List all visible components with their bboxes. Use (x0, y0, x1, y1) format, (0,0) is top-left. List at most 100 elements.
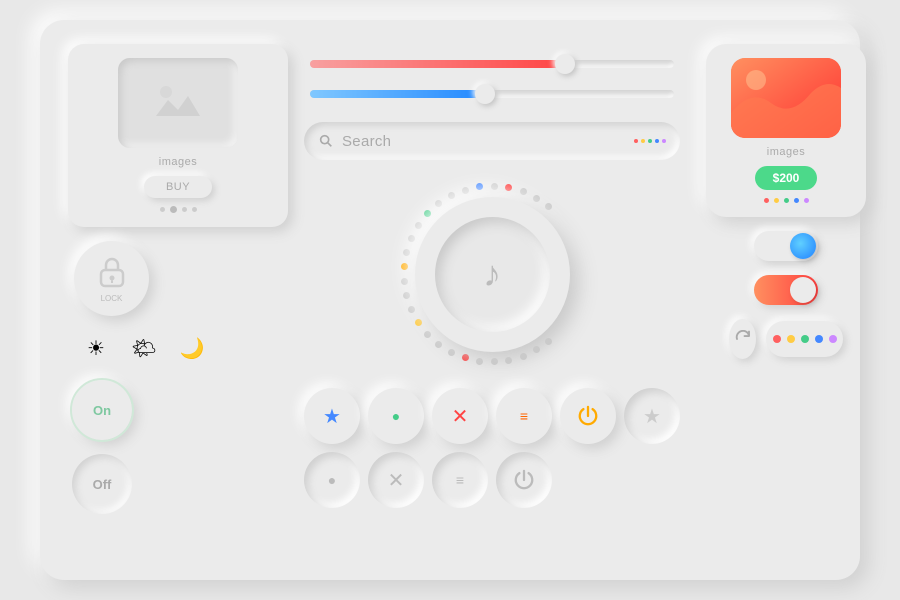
image-card-label: images (159, 156, 197, 168)
knob-inner: ♪ (435, 217, 550, 332)
lock-label: LOCK (101, 294, 123, 303)
dot-button-inactive[interactable]: ● (304, 452, 360, 508)
knob-dot-16 (408, 235, 415, 242)
search-dots (634, 139, 666, 143)
ind-dot-1 (773, 335, 781, 343)
app-dot-5 (804, 198, 809, 203)
eq-icon-inactive: ≡ (456, 472, 464, 488)
x-icon-active: ✕ (452, 404, 469, 429)
power-button-active[interactable] (560, 388, 616, 444)
price-button[interactable]: $200 (755, 166, 818, 190)
knob-dot-1 (533, 346, 540, 353)
card-dot-2 (170, 206, 177, 213)
knob-dot-18 (424, 210, 431, 217)
music-note-icon: ♪ (483, 253, 501, 295)
card-dot-3 (182, 207, 187, 212)
knob-dot-2 (520, 353, 527, 360)
x-button-inactive[interactable]: ✕ (368, 452, 424, 508)
power-icon-inactive (513, 469, 535, 491)
reload-button[interactable] (729, 319, 756, 359)
power-button-inactive[interactable] (496, 452, 552, 508)
search-placeholder: Search (342, 133, 626, 150)
toggle-blue-thumb (790, 233, 816, 259)
lock-icon (96, 254, 128, 290)
slider-blue-thumb[interactable] (475, 84, 495, 104)
off-button[interactable]: Off (72, 454, 132, 514)
x-icon-inactive: ✕ (388, 468, 405, 493)
knob-dot-9 (424, 331, 431, 338)
image-card: images BUY (68, 44, 288, 227)
indicator-dots-row (766, 321, 843, 357)
app-dot-1 (764, 198, 769, 203)
knob-dot-4 (491, 358, 498, 365)
dot-icon-active: ● (392, 408, 400, 424)
app-dot-2 (774, 198, 779, 203)
toggle-blue-switch[interactable] (754, 231, 818, 261)
slider-red-fill (310, 60, 565, 68)
knob-dot-6 (462, 354, 469, 361)
knob-dot-7 (448, 349, 455, 356)
button-grid-active: ★ ● ✕ ≡ ★ ● (304, 388, 680, 508)
star-icon-inactive: ★ (643, 404, 661, 429)
knob-dot-27 (545, 203, 552, 210)
reload-icon (734, 330, 752, 348)
knob-dot-22 (476, 183, 483, 190)
card-dots (160, 206, 197, 213)
search-icon (318, 133, 334, 149)
app-icon (731, 58, 841, 138)
dot-icon-inactive: ● (328, 472, 336, 488)
knob-dot-5 (476, 358, 483, 365)
knob-dot-13 (401, 278, 408, 285)
knob-dot-25 (520, 188, 527, 195)
moon-icon[interactable]: 🌙 (174, 330, 210, 366)
ind-dot-3 (801, 335, 809, 343)
toggle-orange-thumb (790, 277, 816, 303)
knob-dot-15 (403, 249, 410, 256)
left-column: images BUY LOCK (68, 44, 288, 556)
indicator-reload-row (729, 319, 843, 359)
slider-blue-wrap (310, 84, 674, 104)
cloud-icon[interactable]: 🌤 (126, 330, 162, 366)
app-dot-4 (794, 198, 799, 203)
volume-knob[interactable]: ♪ (415, 197, 570, 352)
app-card: images $200 (706, 44, 866, 217)
app-card-label: images (767, 146, 805, 158)
slider-red-thumb[interactable] (555, 54, 575, 74)
on-button[interactable]: On (72, 380, 132, 440)
buy-button[interactable]: BUY (144, 176, 212, 198)
card-dot-4 (192, 207, 197, 212)
search-bar[interactable]: Search (304, 122, 680, 160)
thumbnail-icon (148, 78, 208, 128)
right-column: images $200 (696, 44, 876, 556)
middle-column: Search ♪ ★ (304, 44, 680, 556)
sun-icon[interactable]: ☀ (78, 330, 114, 366)
weather-row: ☀ 🌤 🌙 (68, 330, 288, 366)
eq-button-inactive[interactable]: ≡ (432, 452, 488, 508)
slider-blue-fill (310, 90, 485, 98)
search-dot-green (648, 139, 652, 143)
on-off-row: On (68, 380, 288, 440)
lock-button[interactable]: LOCK (74, 241, 149, 316)
main-panel: images BUY LOCK (40, 20, 860, 580)
app-dot-3 (784, 198, 789, 203)
knob-dot-0 (545, 338, 552, 345)
star-icon-active: ★ (323, 404, 341, 429)
search-dot-yellow (641, 139, 645, 143)
star-button-inactive[interactable]: ★ (624, 388, 680, 444)
slider-red-wrap (310, 54, 674, 74)
knob-dot-8 (435, 341, 442, 348)
search-dot-red (634, 139, 638, 143)
knob-dot-24 (505, 184, 512, 191)
off-row: Off (68, 454, 288, 514)
star-button-active[interactable]: ★ (304, 388, 360, 444)
sliders-area (304, 44, 680, 108)
knob-dot-19 (435, 200, 442, 207)
search-dot-purple (662, 139, 666, 143)
x-button-active[interactable]: ✕ (432, 388, 488, 444)
power-icon-active (577, 405, 599, 427)
eq-button-active[interactable]: ≡ (496, 388, 552, 444)
ind-dot-5 (829, 335, 837, 343)
toggle-orange-switch[interactable] (754, 275, 818, 305)
dot-button-active[interactable]: ● (368, 388, 424, 444)
card-dot-1 (160, 207, 165, 212)
